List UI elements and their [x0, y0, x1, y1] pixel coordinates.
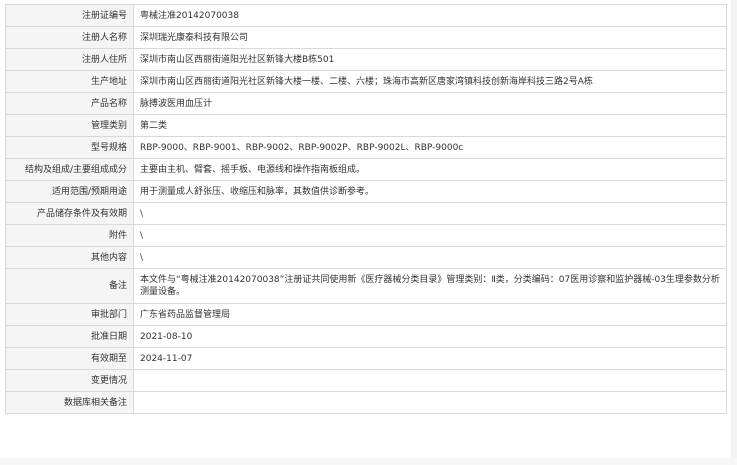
label-storage-validity: 产品储存条件及有效期 — [5, 202, 134, 225]
label-change-history: 变更情况 — [5, 369, 134, 392]
value-registrant-address: 深圳市南山区西丽街道阳光社区新锋大楼B栋501 — [133, 48, 727, 71]
value-other-content: \ — [133, 246, 727, 269]
label-registrant-name: 注册人名称 — [5, 26, 134, 49]
row-registrant-address: 注册人住所 深圳市南山区西丽街道阳光社区新锋大楼B栋501 — [5, 48, 727, 71]
value-structure-composition: 主要由主机、臂套、摇手板、电源线和操作指南板组成。 — [133, 158, 727, 181]
label-approval-department: 审批部门 — [5, 303, 134, 326]
row-storage-validity: 产品储存条件及有效期 \ — [5, 202, 727, 225]
label-remarks: 备注 — [5, 268, 134, 304]
label-intended-use: 适用范围/预期用途 — [5, 180, 134, 203]
value-approval-date: 2021-08-10 — [133, 325, 727, 348]
label-database-remarks: 数据库相关备注 — [5, 391, 134, 414]
label-approval-date: 批准日期 — [5, 325, 134, 348]
row-approval-date: 批准日期 2021-08-10 — [5, 325, 727, 348]
label-product-name: 产品名称 — [5, 92, 134, 115]
value-management-category: 第二类 — [133, 114, 727, 137]
row-approval-department: 审批部门 广东省药品监督管理局 — [5, 303, 727, 326]
value-attachments: \ — [133, 224, 727, 247]
row-registration-number: 注册证编号 粤械注准20142070038 — [5, 4, 727, 27]
row-structure-composition: 结构及组成/主要组成成分 主要由主机、臂套、摇手板、电源线和操作指南板组成。 — [5, 158, 727, 181]
value-product-name: 脉搏波医用血压计 — [133, 92, 727, 115]
value-intended-use: 用于测量成人舒张压、收缩压和脉率，其数值供诊断参考。 — [133, 180, 727, 203]
label-registrant-address: 注册人住所 — [5, 48, 134, 71]
row-registrant-name: 注册人名称 深圳瑞光康泰科技有限公司 — [5, 26, 727, 49]
row-intended-use: 适用范围/预期用途 用于测量成人舒张压、收缩压和脉率，其数值供诊断参考。 — [5, 180, 727, 203]
bottom-edge — [0, 458, 737, 465]
label-registration-number: 注册证编号 — [5, 4, 134, 27]
value-database-remarks — [133, 391, 727, 414]
label-production-address: 生产地址 — [5, 70, 134, 93]
label-attachments: 附件 — [5, 224, 134, 247]
row-change-history: 变更情况 — [5, 369, 727, 392]
vertical-scrollbar[interactable] — [731, 0, 737, 465]
registration-info-table: 注册证编号 粤械注准20142070038 注册人名称 深圳瑞光康泰科技有限公司… — [5, 4, 727, 414]
value-production-address: 深圳市南山区西丽街道阳光社区新锋大楼一楼、二楼、六楼；珠海市高新区唐家湾镇科技创… — [133, 70, 727, 93]
registration-info-panel: 注册证编号 粤械注准20142070038 注册人名称 深圳瑞光康泰科技有限公司… — [5, 4, 727, 414]
label-management-category: 管理类别 — [5, 114, 134, 137]
value-model-spec: RBP-9000、RBP-9001、RBP-9002、RBP-9002P、RBP… — [133, 136, 727, 159]
row-product-name: 产品名称 脉搏波医用血压计 — [5, 92, 727, 115]
value-storage-validity: \ — [133, 202, 727, 225]
row-attachments: 附件 \ — [5, 224, 727, 247]
value-remarks: 本文件与“粤械注准20142070038”注册证共同使用新《医疗器械分类目录》管… — [133, 268, 727, 304]
value-approval-department: 广东省药品监督管理局 — [133, 303, 727, 326]
row-database-remarks: 数据库相关备注 — [5, 391, 727, 414]
row-valid-until: 有效期至 2024-11-07 — [5, 347, 727, 370]
label-valid-until: 有效期至 — [5, 347, 134, 370]
label-other-content: 其他内容 — [5, 246, 134, 269]
row-model-spec: 型号规格 RBP-9000、RBP-9001、RBP-9002、RBP-9002… — [5, 136, 727, 159]
value-registration-number: 粤械注准20142070038 — [133, 4, 727, 27]
row-remarks: 备注 本文件与“粤械注准20142070038”注册证共同使用新《医疗器械分类目… — [5, 268, 727, 304]
value-valid-until: 2024-11-07 — [133, 347, 727, 370]
value-registrant-name: 深圳瑞光康泰科技有限公司 — [133, 26, 727, 49]
row-production-address: 生产地址 深圳市南山区西丽街道阳光社区新锋大楼一楼、二楼、六楼；珠海市高新区唐家… — [5, 70, 727, 93]
row-management-category: 管理类别 第二类 — [5, 114, 727, 137]
label-structure-composition: 结构及组成/主要组成成分 — [5, 158, 134, 181]
row-other-content: 其他内容 \ — [5, 246, 727, 269]
label-model-spec: 型号规格 — [5, 136, 134, 159]
value-change-history — [133, 369, 727, 392]
